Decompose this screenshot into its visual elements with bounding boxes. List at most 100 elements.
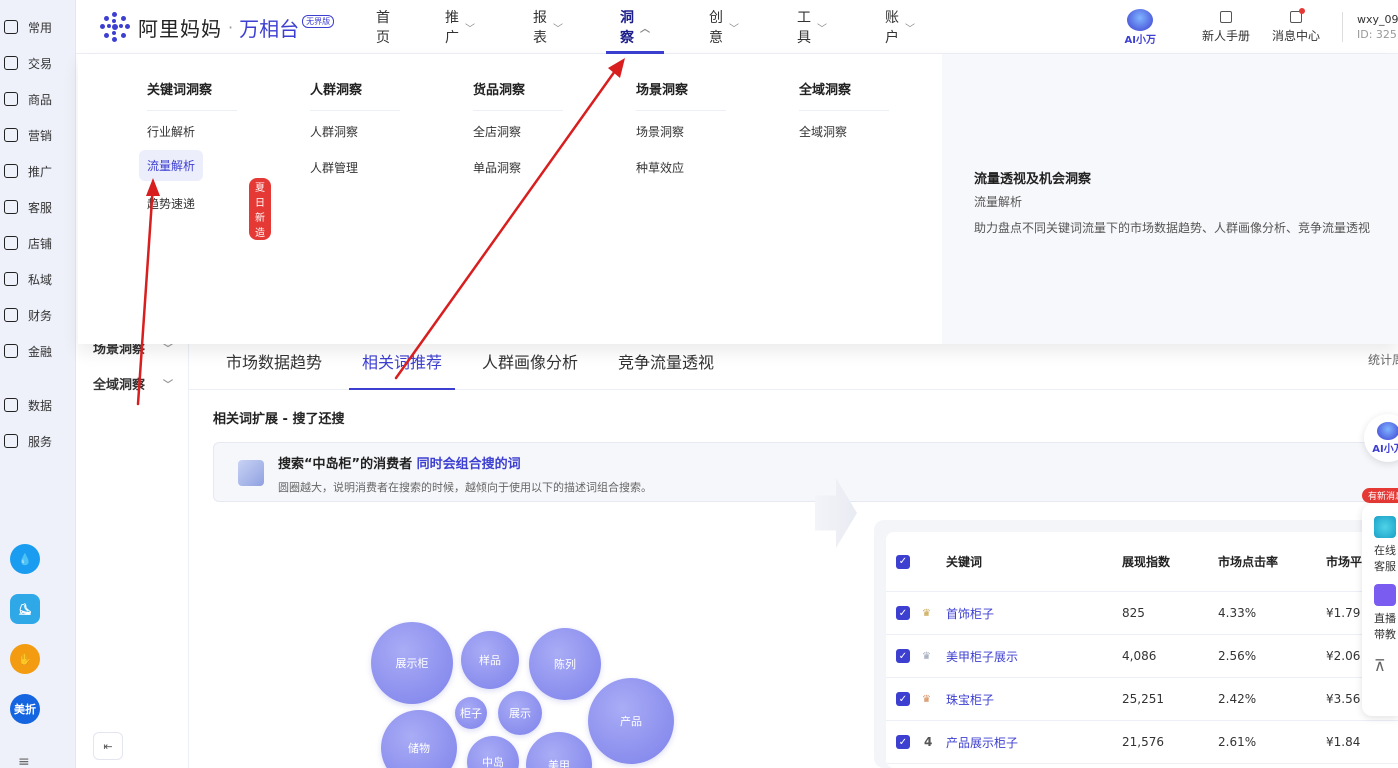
headset-icon: [4, 200, 18, 214]
keyword-cell[interactable]: 产品展示柜子: [946, 721, 1018, 763]
gold-medal-icon: ♛: [922, 607, 931, 619]
menu-icon[interactable]: ≡: [18, 754, 30, 768]
main-content: 市场数据趋势 相关词推荐 人群画像分析 竞争流量透视 统计周期 相关词扩展 - …: [188, 328, 1398, 768]
nav-label: 报表: [533, 10, 547, 46]
send-icon: [4, 164, 18, 178]
bubble[interactable]: 展示柜: [371, 622, 453, 704]
rank-number: 4: [924, 735, 933, 749]
star-icon: [4, 20, 18, 34]
rail-item-banking[interactable]: 金融: [4, 333, 53, 369]
nav-home[interactable]: 首页: [376, 0, 390, 54]
bubble[interactable]: 展示: [498, 691, 542, 735]
table-row: ✓ ♛ 首饰柜子 825 4.33% ¥1.79: [886, 592, 1398, 635]
tab-market-trend[interactable]: 市场数据趋势: [226, 349, 322, 389]
document-icon: [1219, 10, 1232, 23]
keyword-table-card: ✓ 关键词 展现指数 市场点击率 市场平均出价 ✓ ♛ 首饰柜子 825 4.3…: [874, 520, 1398, 768]
tab-related-words[interactable]: 相关词推荐: [348, 349, 456, 390]
tutorial-label[interactable]: 带教: [1374, 626, 1398, 642]
rail-item-shop[interactable]: 店铺: [4, 225, 52, 261]
unread-dot: [1298, 7, 1305, 14]
live-label[interactable]: 直播: [1374, 610, 1398, 626]
menu-item-crowd-insight[interactable]: 人群洞察: [310, 123, 358, 140]
online-label[interactable]: 在线: [1374, 542, 1398, 558]
nav-account[interactable]: 账户 ﹀: [885, 0, 915, 54]
logo-text: 阿里妈妈: [138, 16, 222, 41]
bubble[interactable]: 柜子: [455, 697, 487, 729]
info-box: 搜索“中岛柜”的消费者 同时会组合搜的词 圆圈越大，说明消费者在搜索的时候，越倾…: [213, 442, 1398, 502]
ai-robot-icon: [1127, 8, 1154, 31]
row-checkbox[interactable]: ✓: [896, 678, 910, 720]
nav-tools[interactable]: 工具 ﹀: [797, 0, 827, 54]
keyword-cell[interactable]: 珠宝柜子: [946, 678, 994, 720]
message-center-button[interactable]: 消息中心: [1272, 7, 1320, 44]
nav-promotion[interactable]: 推广 ﹀: [445, 0, 475, 54]
chart-icon: [4, 398, 18, 412]
impressions-cell: 21,576: [1122, 735, 1164, 749]
rail-item-service[interactable]: 客服: [4, 189, 52, 225]
nav-reports[interactable]: 报表 ﹀: [533, 0, 563, 54]
col-ctr[interactable]: 市场点击率: [1218, 532, 1278, 591]
row-checkbox[interactable]: ✓: [896, 721, 910, 763]
detail-description: 助力盘点不同关键词流量下的市场数据趋势、人群画像分析、竞争流量透视: [974, 221, 1371, 235]
ai-label: AI小万: [1124, 34, 1156, 46]
app-meizhe[interactable]: 美折: [10, 694, 40, 724]
rail-label: 营销: [28, 128, 53, 143]
col-keyword[interactable]: 关键词: [946, 532, 982, 591]
rail-item-data[interactable]: 数据: [4, 387, 52, 423]
tab-competition[interactable]: 竞争流量透视: [618, 349, 714, 389]
collapse-sidebar-button[interactable]: ⇤: [93, 732, 123, 760]
menu-item-industry[interactable]: 行业解析: [147, 123, 195, 140]
app-hand-icon[interactable]: ✋: [10, 644, 40, 674]
rail-label: 金融: [28, 344, 53, 359]
row-checkbox[interactable]: ✓: [896, 592, 910, 634]
bubble[interactable]: 样品: [461, 631, 519, 689]
menu-item-crowd-manage[interactable]: 人群管理: [310, 159, 358, 176]
nav-insight[interactable]: 洞察 ︿: [606, 0, 664, 54]
back-to-top-icon[interactable]: ⊼: [1374, 656, 1398, 675]
ai-assistant-button[interactable]: AI小万: [1124, 8, 1156, 46]
keyword-cell[interactable]: 美甲柜子展示: [946, 635, 1018, 677]
section-title: 相关词扩展 - 搜了还搜: [213, 412, 345, 427]
bubble[interactable]: 陈列: [529, 628, 601, 700]
bubble[interactable]: 中岛: [467, 736, 519, 768]
rail-label: 私域: [28, 272, 53, 287]
rail-label: 商品: [28, 92, 53, 107]
row-checkbox[interactable]: ✓: [896, 635, 910, 677]
rail-item-marketing[interactable]: 营销: [4, 117, 53, 153]
rail-item-services[interactable]: 服务: [4, 423, 52, 459]
manual-button[interactable]: 新人手册: [1202, 10, 1250, 44]
select-all-checkbox[interactable]: ✓: [896, 532, 910, 591]
rail-label: 财务: [28, 308, 53, 323]
user-info[interactable]: wxy_09 ID: 325: [1342, 12, 1398, 42]
menu-item-scene-insight[interactable]: 场景洞察: [636, 123, 684, 140]
menu-item-seeding-effect[interactable]: 种草效应: [636, 159, 684, 176]
menu-item-item-insight[interactable]: 单品洞察: [473, 159, 521, 176]
rail-item-goods[interactable]: 商品: [4, 81, 53, 117]
menu-item-trend[interactable]: 趋势速递: [147, 195, 195, 212]
bubble[interactable]: 储物: [381, 710, 457, 768]
logo[interactable]: 阿里妈妈 · 万相台 无界版: [100, 12, 335, 42]
tab-crowd-portrait[interactable]: 人群画像分析: [482, 349, 578, 389]
sidebar-item-global[interactable]: 全域洞察 ﹀: [93, 374, 173, 393]
rail-item-common[interactable]: 常用: [4, 9, 52, 45]
rail-item-promotion[interactable]: 推广: [4, 153, 52, 189]
bubble[interactable]: 产品: [588, 678, 674, 764]
service-label[interactable]: 客服: [1374, 558, 1398, 574]
floating-ai-label: AI小万: [1372, 443, 1398, 455]
menu-item-shop-insight[interactable]: 全店洞察: [473, 123, 521, 140]
rail-item-finance[interactable]: 财务: [4, 297, 53, 333]
app-drop-icon[interactable]: 💧: [10, 544, 40, 574]
rail-item-trade[interactable]: 交易: [4, 45, 52, 81]
rail-item-private[interactable]: 私域: [4, 261, 53, 297]
check-icon: ✓: [896, 606, 910, 620]
menu-item-traffic[interactable]: 流量解析: [139, 150, 204, 181]
app-boot-icon[interactable]: ⛸: [10, 594, 40, 624]
stat-period[interactable]: 统计周期: [1368, 351, 1398, 368]
keyword-cell[interactable]: 首饰柜子: [946, 592, 994, 634]
bubble[interactable]: 美甲: [526, 732, 592, 768]
user-id: ID: 325: [1357, 28, 1397, 41]
nav-creative[interactable]: 创意 ﹀: [709, 0, 739, 54]
col-impressions[interactable]: 展现指数: [1122, 532, 1170, 591]
calendar-icon: [4, 434, 18, 448]
menu-item-global-insight[interactable]: 全域洞察: [799, 123, 847, 140]
